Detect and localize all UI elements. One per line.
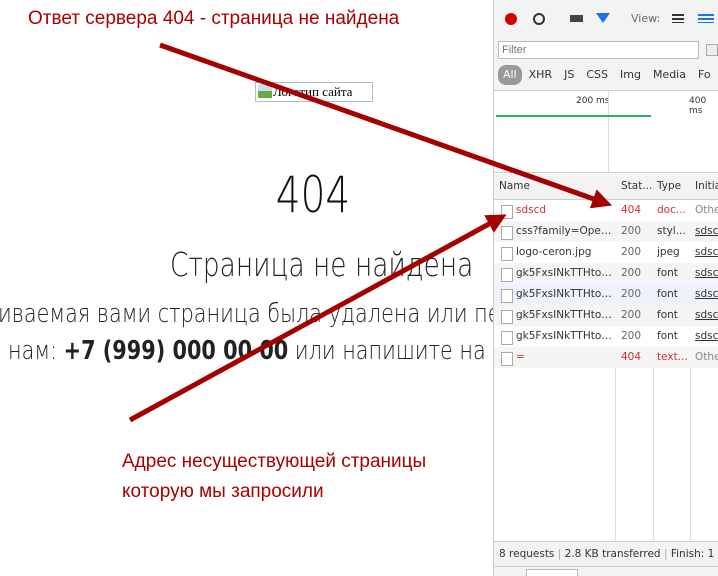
arrow-to-status xyxy=(159,42,613,209)
annotation-bottom: Адрес несуществующей страницы которую мы … xyxy=(122,447,427,507)
annotation-top: Ответ сервера 404 - страница не найдена xyxy=(28,8,400,29)
annotation-line: Адрес несуществующей страницы xyxy=(122,451,427,472)
arrow-to-request-name xyxy=(128,214,507,423)
annotation-line: которую мы запросили xyxy=(122,481,324,502)
